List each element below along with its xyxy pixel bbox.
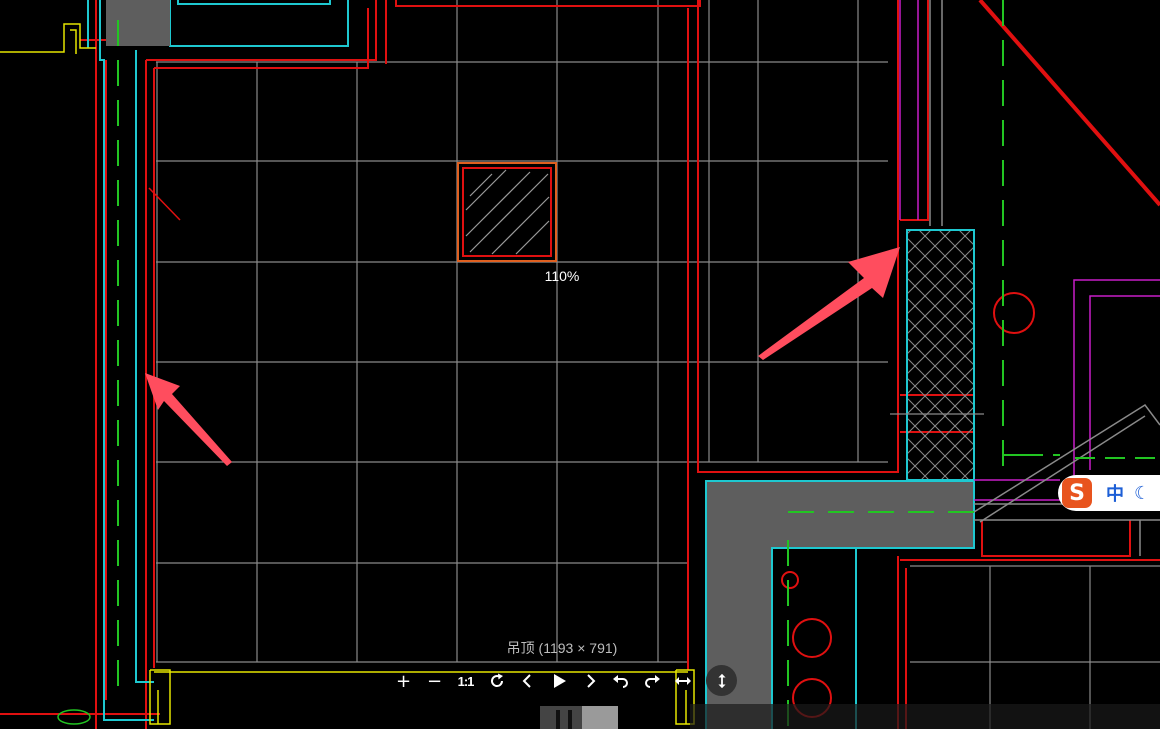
undo-icon xyxy=(612,675,628,688)
green-centerlines xyxy=(117,0,1160,729)
annotation-arrow-right xyxy=(758,247,900,360)
vertical-arrows-icon xyxy=(717,673,726,688)
green-ellipse xyxy=(57,709,91,725)
cad-drawing-canvas xyxy=(0,0,1160,729)
horizontal-arrows-icon xyxy=(674,677,691,685)
annotation-arrow-left xyxy=(145,373,232,466)
moon-icon[interactable]: ☾ xyxy=(1134,483,1150,504)
wall-lines xyxy=(0,0,1160,729)
rotate-icon xyxy=(490,673,503,687)
concrete-l-shape xyxy=(707,482,973,729)
actual-size-button[interactable]: 1:1 xyxy=(450,666,481,696)
fit-height-button[interactable] xyxy=(706,665,737,696)
sogou-logo-icon: S xyxy=(1062,478,1092,508)
zoom-out-button[interactable]: − xyxy=(419,666,450,696)
fit-width-button[interactable] xyxy=(667,666,698,696)
thumbnail-strip[interactable] xyxy=(540,706,618,729)
chevron-right-icon xyxy=(586,674,595,688)
plus-icon: + xyxy=(395,670,412,692)
actual-size-label: 1:1 xyxy=(457,673,475,689)
zoom-level-indicator: 110% xyxy=(544,268,580,284)
ime-language-toggle[interactable]: 中 xyxy=(1106,480,1124,506)
play-button[interactable] xyxy=(543,666,574,696)
play-icon xyxy=(553,674,566,688)
minus-icon: − xyxy=(426,670,443,692)
bottom-bar-shade xyxy=(690,704,1160,729)
gray-detail-lines xyxy=(929,0,1160,556)
zoom-in-button[interactable]: + xyxy=(388,666,419,696)
undo-button[interactable] xyxy=(605,666,636,696)
next-button[interactable] xyxy=(574,666,605,696)
redo-icon xyxy=(644,675,660,688)
chevron-left-icon xyxy=(522,674,531,688)
concrete-block-top xyxy=(106,0,170,46)
cyan-outlines xyxy=(87,0,975,729)
ceiling-grid xyxy=(156,0,1160,729)
rotate-button[interactable] xyxy=(481,666,512,696)
image-caption: 吊顶 (1193 × 791) xyxy=(506,640,618,656)
previous-button[interactable] xyxy=(512,666,543,696)
ime-status-bar[interactable]: S 中 ☾ xyxy=(1058,475,1160,511)
viewer-toolbar: + − 1:1 xyxy=(388,666,698,696)
redo-button[interactable] xyxy=(636,666,667,696)
column-hatch xyxy=(457,162,557,262)
